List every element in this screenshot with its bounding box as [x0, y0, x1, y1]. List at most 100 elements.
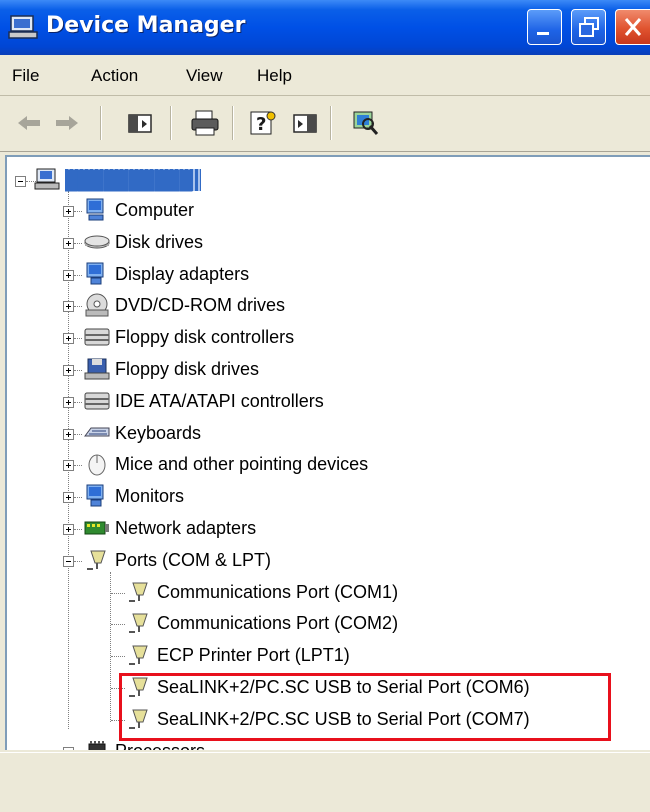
- tree-node-label[interactable]: Mice and other pointing devices: [115, 453, 368, 475]
- expand-toggle[interactable]: [63, 524, 74, 535]
- tree-item-category[interactable]: DVD/CD-ROM drives: [7, 293, 627, 322]
- tree-node-label[interactable]: Floppy disk controllers: [115, 326, 294, 348]
- expand-toggle[interactable]: [63, 460, 74, 472]
- tree-item-category[interactable]: Monitors: [7, 483, 627, 513]
- scan-hardware-icon[interactable]: [350, 108, 380, 138]
- tree-node-label[interactable]: Communications Port (COM1): [157, 581, 398, 603]
- tree-line: [74, 211, 82, 213]
- expand-toggle[interactable]: [63, 746, 74, 750]
- menu-bar: File Action View Help: [0, 55, 650, 96]
- tree-node-label[interactable]: Floppy disk drives: [115, 358, 259, 380]
- help-icon[interactable]: ?: [248, 108, 278, 138]
- tree-node-label[interactable]: Keyboards: [115, 422, 201, 444]
- tree-node-label[interactable]: ECP Printer Port (LPT1): [157, 644, 350, 666]
- collapse-toggle[interactable]: [15, 176, 26, 187]
- port-icon: [125, 610, 153, 636]
- tree-node-label[interactable]: Display adapters: [115, 263, 249, 285]
- menu-help[interactable]: Help: [257, 66, 292, 86]
- window-title: Device Manager: [46, 13, 246, 38]
- tree-item-category[interactable]: Mice and other pointing devices: [7, 453, 627, 481]
- tree-line: [74, 401, 82, 404]
- tree-line: [74, 560, 82, 563]
- expand-toggle[interactable]: [63, 492, 74, 504]
- tree-node-label[interactable]: Network adapters: [115, 517, 256, 539]
- expand-toggle[interactable]: [63, 206, 74, 217]
- tree-line: [74, 370, 82, 372]
- tree-item-category[interactable]: Disk drives: [7, 231, 627, 259]
- tree-item-category[interactable]: Ports (COM & LPT): [7, 549, 627, 577]
- tree-item-category[interactable]: Floppy disk drives: [7, 358, 627, 386]
- ide-controller-icon: [83, 388, 111, 414]
- tree-item-category[interactable]: Display adapters: [7, 262, 627, 291]
- tree-root[interactable]: ██████████: [7, 167, 607, 197]
- tree-item-port[interactable]: Communications Port (COM1): [7, 581, 627, 609]
- port-icon: [125, 579, 153, 605]
- title-bar[interactable]: Device Manager: [0, 0, 650, 55]
- port-icon: [125, 642, 153, 668]
- expand-toggle[interactable]: [63, 365, 74, 376]
- tree-node-label[interactable]: DVD/CD-ROM drives: [115, 294, 285, 316]
- computer-name-label[interactable]: ██████████: [65, 169, 201, 191]
- toolbar-separator: [330, 106, 332, 140]
- tree-line: [111, 592, 125, 595]
- disk-drive-icon: [83, 229, 111, 255]
- tree-item-category[interactable]: Network adapters: [7, 517, 627, 545]
- toolbar-separator: [100, 106, 102, 140]
- device-manager-icon: [8, 14, 40, 40]
- tree-line: [74, 529, 82, 531]
- show-hide-console-tree-icon[interactable]: [125, 108, 155, 138]
- tree-line: [74, 497, 82, 499]
- tree-node-label[interactable]: IDE ATA/ATAPI controllers: [115, 390, 324, 412]
- svg-text:?: ?: [256, 114, 266, 135]
- highlight-box: [119, 673, 611, 741]
- tree-item-port[interactable]: ECP Printer Port (LPT1): [7, 644, 627, 672]
- toolbar: ?: [0, 96, 650, 152]
- toolbar-separator: [232, 106, 234, 140]
- tree-line: [74, 338, 82, 340]
- tree-node-label[interactable]: Disk drives: [115, 231, 203, 253]
- monitor-icon: [83, 483, 111, 509]
- tree-line: [111, 656, 125, 658]
- port-icon: [83, 547, 111, 573]
- collapse-toggle[interactable]: [63, 555, 74, 567]
- keyboard-icon: [83, 420, 111, 446]
- tree-line: [74, 274, 82, 277]
- tree-item-category[interactable]: IDE ATA/ATAPI controllers: [7, 390, 627, 418]
- minimize-button[interactable]: [527, 9, 562, 45]
- mouse-icon: [83, 451, 111, 477]
- expand-toggle[interactable]: [63, 237, 74, 249]
- tree-node-label[interactable]: Computer: [115, 199, 194, 221]
- floppy-controller-icon: [83, 324, 111, 350]
- computer-root-icon: [34, 167, 62, 193]
- tree-item-category[interactable]: Processors: [7, 740, 627, 750]
- show-hide-action-pane-icon[interactable]: [290, 108, 320, 138]
- tree-line: [74, 242, 82, 245]
- expand-toggle[interactable]: [63, 269, 74, 281]
- menu-file[interactable]: File: [12, 66, 39, 86]
- close-button[interactable]: [615, 9, 650, 45]
- toolbar-separator: [170, 106, 172, 140]
- tree-node-label[interactable]: Processors: [115, 740, 205, 750]
- back-icon[interactable]: [14, 108, 44, 138]
- tree-node-label[interactable]: Monitors: [115, 485, 184, 507]
- floppy-drive-icon: [83, 356, 111, 382]
- expand-toggle[interactable]: [63, 301, 74, 313]
- tree-node-label[interactable]: Communications Port (COM2): [157, 612, 398, 634]
- print-icon[interactable]: [190, 108, 220, 138]
- device-tree[interactable]: ██████████ Computer Disk drives Display ad…: [5, 155, 650, 750]
- menu-action[interactable]: Action: [91, 66, 138, 86]
- network-adapter-icon: [83, 515, 111, 541]
- menu-view[interactable]: View: [186, 66, 223, 86]
- tree-item-category[interactable]: Keyboards: [7, 422, 627, 450]
- expand-toggle[interactable]: [63, 396, 74, 408]
- tree-item-port[interactable]: Communications Port (COM2): [7, 612, 627, 640]
- tree-item-category[interactable]: Floppy disk controllers: [7, 326, 627, 354]
- expand-toggle[interactable]: [63, 333, 74, 345]
- forward-icon[interactable]: [52, 108, 82, 138]
- tree-line: [74, 465, 82, 467]
- tree-item-category[interactable]: Computer: [7, 197, 627, 227]
- tree-node-label[interactable]: Ports (COM & LPT): [115, 549, 271, 571]
- restore-button[interactable]: [571, 9, 606, 45]
- expand-toggle[interactable]: [63, 428, 74, 440]
- computer-icon: [83, 197, 111, 223]
